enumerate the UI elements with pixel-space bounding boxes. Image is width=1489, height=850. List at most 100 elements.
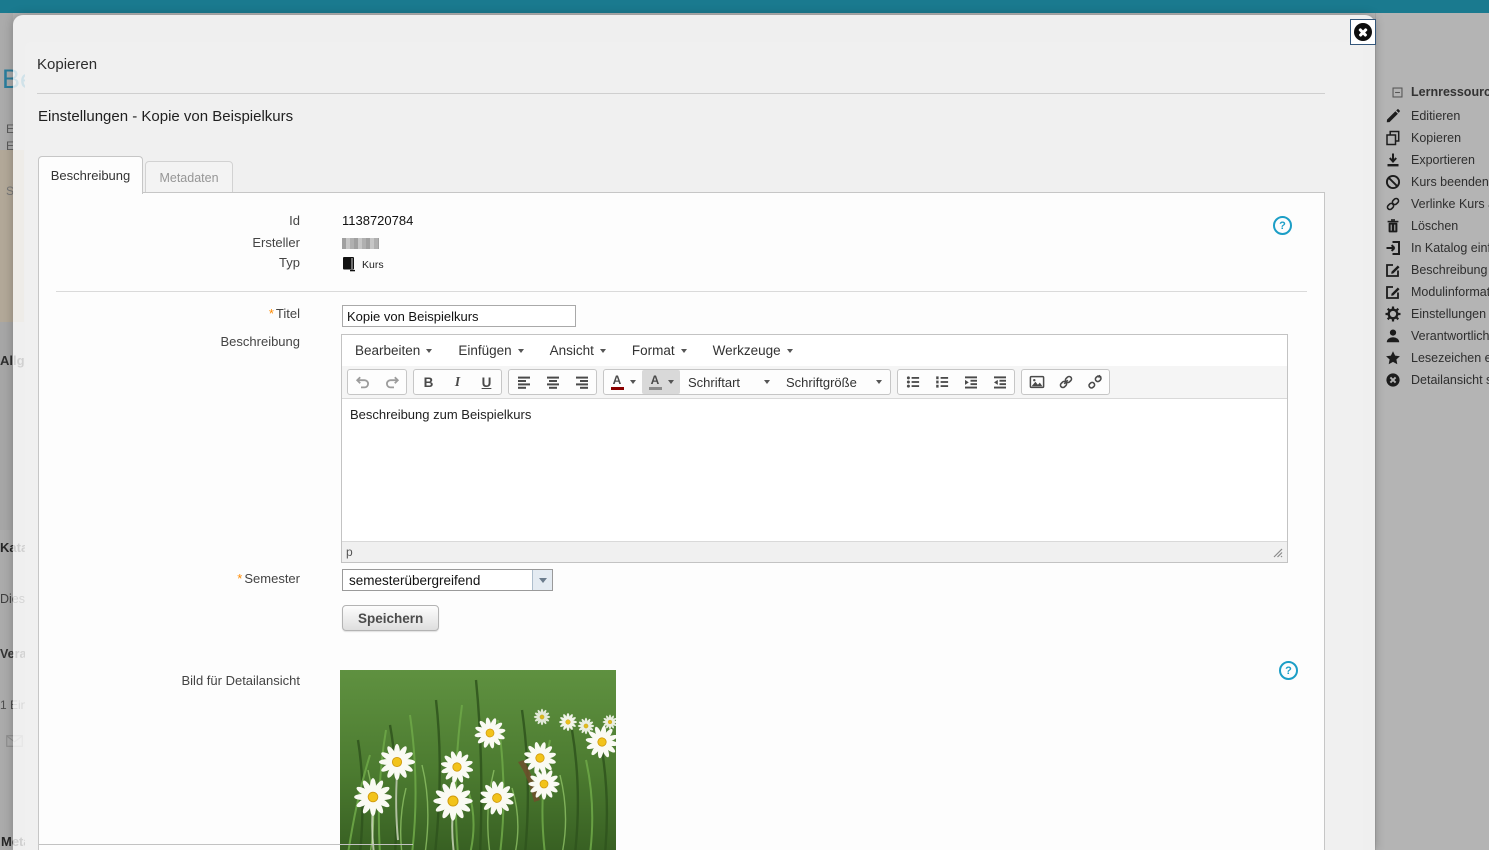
undo-button[interactable] <box>348 370 377 394</box>
tools-menu-item-lesezeichen[interactable]: Lesezeichen e <box>1376 347 1489 369</box>
tools-menu-item-label: Verlinke Kurs a <box>1411 197 1489 211</box>
tools-menu-item-detailansicht[interactable]: Detailansicht s <box>1376 369 1489 391</box>
close-icon <box>1354 23 1372 41</box>
tools-menu: Lernressource Editieren Kopieren Exporti… <box>1375 13 1489 850</box>
font-size-select[interactable]: Schriftgröße <box>778 370 890 394</box>
dialog-content: Kopieren Einstellungen - Kopie von Beisp… <box>25 42 1363 850</box>
course-icon <box>342 256 356 272</box>
modal-dialog: Kopieren Einstellungen - Kopie von Beisp… <box>13 15 1375 850</box>
tools-menu-item-label: Einstellungen <box>1411 307 1486 321</box>
tools-menu-item-verantwortliche[interactable]: Verantwortliche <box>1376 325 1489 347</box>
download-icon <box>1385 152 1401 168</box>
close-button[interactable] <box>1350 19 1376 45</box>
person-icon <box>1385 328 1401 344</box>
align-center-button[interactable] <box>538 370 567 394</box>
star-icon <box>1385 350 1401 366</box>
help-glyph: ? <box>1285 665 1292 677</box>
indent-button[interactable] <box>956 370 985 394</box>
italic-button[interactable]: I <box>443 370 472 394</box>
trash-icon <box>1385 218 1401 234</box>
type-label: Typ <box>39 255 300 270</box>
tools-menu-item-verlinke-kurs[interactable]: Verlinke Kurs a <box>1376 193 1489 215</box>
caret-down-icon <box>876 380 882 384</box>
caret-down-icon <box>518 349 524 353</box>
menu-ansicht[interactable]: Ansicht <box>537 335 619 366</box>
tools-menu-item-beschreibung[interactable]: Beschreibung <box>1376 259 1489 281</box>
align-left-button[interactable] <box>509 370 538 394</box>
description-label: Beschreibung <box>39 334 300 349</box>
gear-icon <box>1385 306 1401 322</box>
detail-image-label: Bild für Detailansicht <box>39 673 300 688</box>
daisy-meadow-photo <box>340 670 616 850</box>
ban-icon <box>1385 174 1401 190</box>
outdent-button[interactable] <box>985 370 1014 394</box>
tools-menu-item-label: Verantwortliche <box>1411 329 1489 343</box>
tools-menu-item-kurs-beenden[interactable]: Kurs beenden <box>1376 171 1489 193</box>
page: Be E E S Allge Katal Diese Veran 1 Ein M… <box>0 0 1489 850</box>
tools-menu-item-label: In Katalog einf <box>1411 241 1489 255</box>
color-bar <box>611 387 624 390</box>
tools-menu-item-label: Beschreibung <box>1411 263 1487 277</box>
tools-menu-item-label: Detailansicht s <box>1411 373 1489 387</box>
tools-menu-item-exportieren[interactable]: Exportieren <box>1376 149 1489 171</box>
save-button[interactable]: Speichern <box>342 605 439 631</box>
title-input[interactable] <box>342 305 576 327</box>
remove-link-button[interactable] <box>1080 370 1109 394</box>
align-right-button[interactable] <box>567 370 596 394</box>
divider <box>56 291 1307 292</box>
semester-select[interactable]: semesterübergreifend <box>342 569 553 591</box>
help-icon[interactable]: ? <box>1273 216 1292 235</box>
tools-menu-item-kopieren[interactable]: Kopieren <box>1376 127 1489 149</box>
text-color-button[interactable]: A <box>604 370 642 394</box>
semester-selected-value: semesterübergreifend <box>349 573 480 588</box>
menu-einfuegen[interactable]: Einfügen <box>445 335 536 366</box>
tools-menu-item-editieren[interactable]: Editieren <box>1376 105 1489 127</box>
underline-button[interactable]: U <box>472 370 501 394</box>
required-marker: * <box>237 571 242 586</box>
editor-toolbar: B I U A A Schriftart <box>342 366 1287 399</box>
minus-square-icon <box>1391 86 1407 99</box>
caret-down-icon <box>681 349 687 353</box>
id-label: Id <box>39 213 300 228</box>
edit-square-icon <box>1385 262 1401 278</box>
dialog-title: Kopieren <box>37 56 97 73</box>
tab-metadaten[interactable]: Metadaten <box>145 161 233 194</box>
tools-menu-item-modulinformation[interactable]: Modulinformat <box>1376 281 1489 303</box>
chevron-down-icon <box>539 578 547 583</box>
tab-beschreibung[interactable]: Beschreibung <box>38 156 143 194</box>
editor-menubar: Bearbeiten Einfügen Ansicht Format Werkz… <box>342 335 1287 367</box>
insert-image-button[interactable] <box>1022 370 1051 394</box>
tools-menu-item-einstellungen[interactable]: Einstellungen <box>1376 303 1489 325</box>
help-icon[interactable]: ? <box>1279 661 1298 680</box>
caret-down-icon <box>630 380 636 384</box>
menu-werkzeuge[interactable]: Werkzeuge <box>700 335 806 366</box>
font-family-select[interactable]: Schriftart <box>680 370 778 394</box>
tab-label: Metadaten <box>159 171 218 185</box>
tools-menu-item-label: Exportieren <box>1411 153 1475 167</box>
type-value: Kurs <box>362 259 384 271</box>
menu-format[interactable]: Format <box>619 335 700 366</box>
tools-menu-item-loeschen[interactable]: Löschen <box>1376 215 1489 237</box>
detail-image <box>340 670 616 850</box>
caret-down-icon <box>764 380 770 384</box>
editor-content[interactable]: Beschreibung zum Beispielkurs <box>342 399 1287 541</box>
menu-bearbeiten[interactable]: Bearbeiten <box>342 335 445 366</box>
caret-down-icon <box>787 349 793 353</box>
tools-menu-item-label: Löschen <box>1411 219 1458 233</box>
numbered-list-button[interactable] <box>927 370 956 394</box>
richtext-editor: Bearbeiten Einfügen Ansicht Format Werkz… <box>341 334 1288 563</box>
divider <box>37 93 1325 94</box>
bold-button[interactable]: B <box>414 370 443 394</box>
tools-menu-header: Lernressource <box>1376 83 1489 101</box>
insert-link-button[interactable] <box>1051 370 1080 394</box>
redo-button[interactable] <box>377 370 406 394</box>
creator-label: Ersteller <box>39 235 300 250</box>
sign-in-icon <box>1385 240 1401 256</box>
select-arrow-button <box>532 570 552 590</box>
tools-menu-item-in-katalog[interactable]: In Katalog einf <box>1376 237 1489 259</box>
background-color-button[interactable]: A <box>642 370 680 394</box>
resize-grip[interactable] <box>1272 547 1283 558</box>
caret-down-icon <box>426 349 432 353</box>
bullet-list-button[interactable] <box>898 370 927 394</box>
top-navigation-bar <box>0 0 1489 13</box>
